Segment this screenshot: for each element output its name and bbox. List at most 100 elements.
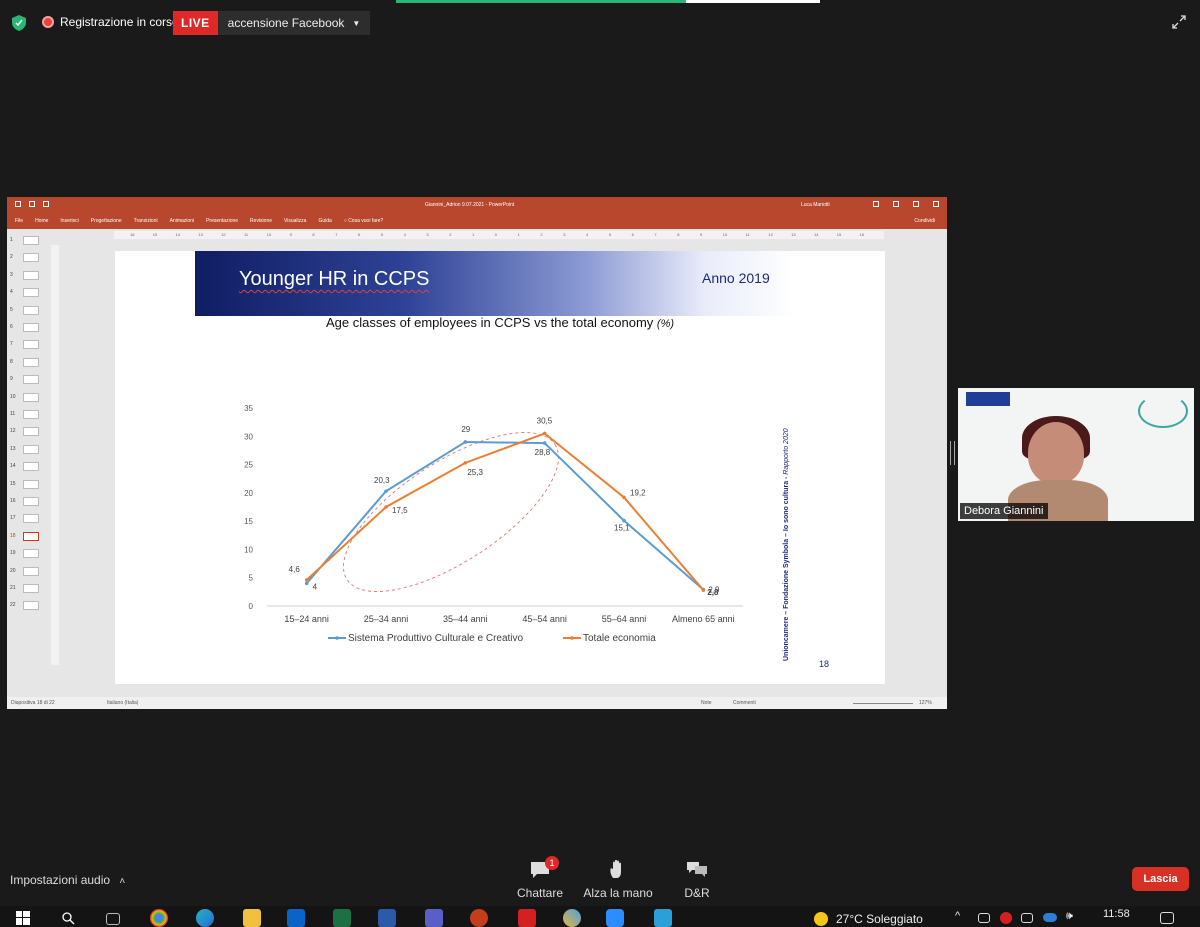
slide-thumbnail[interactable]: 4 — [9, 287, 49, 299]
slide-thumbnail-preview — [23, 566, 39, 576]
legend-label: Sistema Produttivo Culturale e Creativo — [348, 633, 524, 644]
ruler-tick: 5 — [380, 232, 384, 237]
exit-fullscreen-icon[interactable] — [1172, 15, 1186, 29]
slide-page-number: 18 — [819, 659, 830, 669]
slide-thumbnail[interactable]: 17 — [9, 513, 49, 525]
recording-status[interactable]: Registrazione in corso — [42, 15, 179, 29]
slide-thumbnail[interactable]: 13 — [9, 444, 49, 456]
clock[interactable]: 11:58 — [1103, 908, 1130, 920]
ribbon-tab[interactable]: Home — [35, 218, 48, 224]
word-icon[interactable] — [378, 909, 396, 927]
weather-widget[interactable]: 27°C Soleggiato — [814, 912, 923, 926]
y-tick-label: 25 — [244, 461, 253, 470]
ribbon-tab[interactable]: Animazioni — [170, 218, 194, 224]
window-buttons[interactable] — [873, 201, 939, 207]
ruler-tick: 5 — [608, 232, 612, 237]
security-shield-icon[interactable] — [12, 15, 26, 31]
ribbon-tab[interactable]: Progettazione — [91, 218, 122, 224]
participant-video[interactable]: Debora Giannini — [958, 388, 1194, 521]
slide-thumbnail[interactable]: 20 — [9, 566, 49, 578]
slide-thumbnail[interactable]: 2 — [9, 252, 49, 264]
slide-thumbnail[interactable]: 19 — [9, 548, 49, 560]
x-tick-label: 25–34 anni — [364, 614, 409, 624]
slide-thumbnail[interactable]: 18 — [9, 531, 49, 543]
ribbon-tab[interactable]: Revisione — [250, 218, 272, 224]
ruler-tick: 8 — [312, 232, 315, 237]
slide-thumbnail[interactable]: 15 — [9, 479, 49, 491]
windows-start-icon[interactable] — [16, 911, 30, 925]
slide-thumbnail[interactable]: 8 — [9, 357, 49, 369]
excel-icon[interactable] — [333, 909, 351, 927]
ribbon-tab[interactable]: File — [15, 218, 23, 224]
leave-button[interactable]: Lascia — [1132, 867, 1189, 891]
slide-thumbnail-preview — [23, 236, 39, 245]
slide-thumbnail[interactable]: 14 — [9, 461, 49, 473]
slide-thumbnail[interactable]: 5 — [9, 305, 49, 317]
ruler-tick: 16 — [130, 232, 135, 237]
slide-thumbnail[interactable]: 1 — [9, 235, 49, 247]
ruler-tick: 2 — [449, 232, 452, 237]
slide-thumbnail[interactable]: 10 — [9, 392, 49, 404]
ribbon-tab[interactable]: Transizioni — [134, 218, 158, 224]
slide-thumbnail[interactable]: 21 — [9, 583, 49, 595]
powerpoint-icon[interactable] — [470, 909, 488, 927]
notifications-icon[interactable] — [1160, 912, 1174, 924]
zoom-level[interactable]: 127% — [919, 700, 932, 706]
slide-thumbnail-number: 12 — [10, 428, 16, 435]
ribbon-tab[interactable]: Guida — [318, 218, 331, 224]
qa-icon — [686, 860, 708, 880]
slide-thumbnail-preview — [23, 323, 39, 332]
ribbon-tab[interactable]: Presentazione — [206, 218, 238, 224]
photos-icon[interactable] — [654, 909, 672, 927]
onedrive-icon[interactable] — [1043, 913, 1057, 922]
notes-button[interactable]: Note — [701, 700, 712, 706]
teams-icon[interactable] — [425, 909, 443, 927]
ribbon-tab[interactable]: Inserisci — [60, 218, 78, 224]
stream-dropdown[interactable]: accensione Facebook ▼ — [217, 11, 371, 35]
slide-thumbnail[interactable]: 11 — [9, 409, 49, 421]
slide-thumbnail[interactable]: 7 — [9, 339, 49, 351]
tray-display-icon[interactable] — [1021, 913, 1033, 923]
tray-chevron-icon[interactable]: ^ — [955, 910, 960, 922]
qa-button[interactable]: D&R — [662, 860, 732, 900]
paint-icon[interactable] — [563, 909, 581, 927]
acrobat-icon[interactable] — [518, 909, 536, 927]
slide-thumbnail[interactable]: 6 — [9, 322, 49, 334]
vertical-scrollbar[interactable] — [938, 231, 947, 697]
tell-me-search[interactable]: ○ Cosa vuoi fare? — [344, 218, 383, 224]
quick-access-toolbar[interactable] — [15, 201, 49, 207]
slide-thumbnail[interactable]: 9 — [9, 374, 49, 386]
slide-thumbnail[interactable]: 3 — [9, 270, 49, 282]
file-explorer-icon[interactable] — [243, 909, 261, 927]
slide-thumbnail-number: 13 — [10, 445, 16, 452]
slide-thumbnail[interactable]: 16 — [9, 496, 49, 508]
ruler-tick: 6 — [358, 232, 361, 237]
comments-button[interactable]: Commenti — [733, 700, 756, 706]
audio-settings-button[interactable]: Impostazioni audio ˄ — [10, 873, 125, 887]
data-point — [384, 489, 388, 493]
task-view-icon[interactable] — [106, 913, 120, 925]
search-icon[interactable] — [62, 912, 75, 925]
outlook-icon[interactable] — [287, 909, 305, 927]
volume-icon[interactable]: 🕪 — [1066, 910, 1073, 923]
zoom-slider[interactable] — [853, 703, 913, 704]
panel-resize-handle[interactable] — [950, 441, 955, 465]
edge-icon[interactable] — [196, 909, 214, 927]
slide-thumbnail[interactable]: 12 — [9, 426, 49, 438]
live-stream-status[interactable]: LIVE accensione Facebook ▼ — [173, 11, 371, 35]
shared-powerpoint-window: Giannini_Adrion 9.07.2021 - PowerPoint L… — [7, 197, 947, 709]
language-indicator[interactable]: Italiano (Italia) — [107, 700, 138, 706]
chat-button[interactable]: 1 Chattare — [505, 856, 575, 900]
tray-acrobat-icon[interactable] — [1000, 912, 1012, 924]
zoom-icon[interactable] — [606, 909, 624, 927]
slide-thumbnail[interactable]: 22 — [9, 600, 49, 612]
eu-logo — [966, 392, 1010, 406]
y-tick-label: 30 — [244, 432, 253, 441]
ribbon-tab[interactable]: Visualizza — [284, 218, 306, 224]
raise-hand-button[interactable]: Alza la mano — [583, 859, 653, 900]
chevron-up-icon: ˄ — [119, 876, 126, 887]
share-button[interactable]: Condividi — [914, 218, 935, 224]
tray-app-icon[interactable] — [978, 913, 990, 923]
chrome-icon[interactable] — [150, 909, 168, 927]
ppt-ribbon-tabs: File Home Inserisci Progettazione Transizion… — [7, 213, 947, 229]
